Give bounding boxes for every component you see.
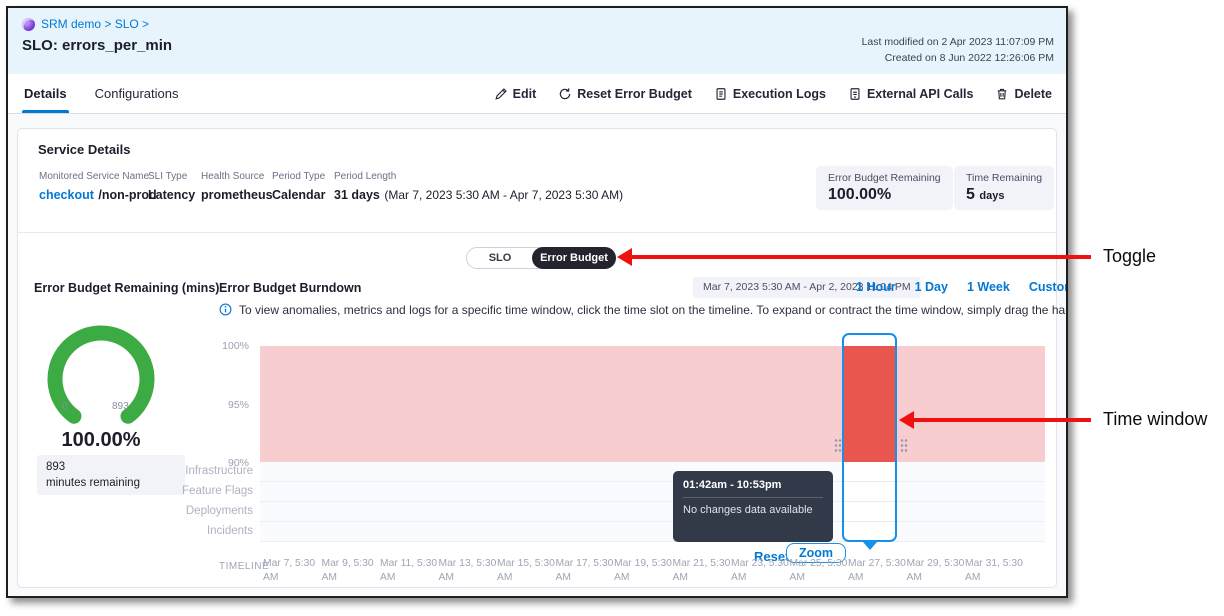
info-text: To view anomalies, metrics and logs for …	[239, 303, 1068, 317]
tooltip-time-range: 01:42am - 10:53pm	[683, 479, 823, 491]
time-window-arrow-line	[913, 418, 1091, 422]
toggle-arrow-icon	[617, 248, 632, 266]
timeline-tick[interactable]: Mar 17, 5:30AM	[556, 557, 615, 585]
monitored-service-link[interactable]: checkout	[39, 188, 94, 202]
right-drag-handle[interactable]	[900, 438, 908, 454]
y-axis-label-100: 100%	[211, 340, 249, 352]
range-1-week[interactable]: 1 Week	[967, 280, 1010, 294]
gauge-min-label: 0	[62, 401, 68, 412]
timeline-tick[interactable]: Mar 11, 5:30AM	[380, 557, 439, 585]
time-window-annotation: Time window	[1103, 409, 1207, 430]
delete-button[interactable]: Delete	[995, 87, 1052, 101]
changes-tooltip: 01:42am - 10:53pm No changes data availa…	[673, 471, 833, 542]
trash-icon	[995, 87, 1009, 101]
tooltip-message: No changes data available	[683, 504, 823, 516]
page-header: SRM demo > SLO > SLO: errors_per_min Las…	[8, 8, 1066, 74]
external-api-calls-button[interactable]: External API Calls	[848, 87, 974, 101]
error-budget-remaining-stat: Error Budget Remaining 100.00%	[816, 166, 953, 210]
error-budget-gauge	[37, 322, 165, 440]
gauge-title: Error Budget Remaining (mins)	[34, 281, 219, 295]
range-1-hour[interactable]: 1 Hour	[856, 280, 896, 294]
pencil-icon	[494, 87, 508, 101]
timeline-ticks: Mar 7, 5:30AM Mar 9, 5:30AM Mar 11, 5:30…	[263, 557, 1024, 585]
field-sli-type: SLI Type Latency	[148, 171, 195, 204]
tooltip-divider	[683, 497, 823, 498]
content-area: Service Details Monitored Service Name c…	[8, 114, 1066, 596]
service-details-title: Service Details	[38, 142, 131, 157]
time-window-arrow-icon	[899, 411, 914, 429]
y-axis-label-95: 95%	[211, 399, 249, 411]
view-toggle: SLO Error Budget	[466, 247, 616, 269]
timeline-tick[interactable]: Mar 29, 5:30AM	[907, 557, 966, 585]
edit-button[interactable]: Edit	[494, 87, 537, 101]
execution-logs-button[interactable]: Execution Logs	[714, 87, 826, 101]
tab-bar: Details Configurations Edit Reset Error …	[8, 74, 1066, 114]
toggle-arrow-line	[631, 255, 1091, 259]
toggle-annotation: Toggle	[1103, 246, 1156, 267]
page-title: SLO: errors_per_min	[22, 37, 172, 54]
burndown-title: Error Budget Burndown	[219, 281, 361, 295]
slo-card: Service Details Monitored Service Name c…	[17, 128, 1057, 588]
timeline-tick[interactable]: Mar 25, 5:30AM	[790, 557, 849, 585]
field-period-type: Period Type Calendar	[272, 171, 326, 204]
app-window: SRM demo > SLO > SLO: errors_per_min Las…	[6, 6, 1068, 598]
info-row: To view anomalies, metrics and logs for …	[219, 303, 1068, 321]
reset-icon	[558, 87, 572, 101]
info-icon	[219, 303, 232, 321]
document-icon	[714, 87, 728, 101]
harness-logo-icon	[22, 18, 35, 31]
timeline-tick[interactable]: Mar 21, 5:30AM	[673, 557, 732, 585]
time-window-highlight	[844, 346, 895, 462]
row-label-deployments: Deployments	[123, 505, 253, 517]
error-budget-band[interactable]	[260, 346, 1045, 462]
gauge-percent: 100.00%	[26, 429, 176, 452]
action-bar: Edit Reset Error Budget Execution Logs E…	[494, 74, 1052, 113]
field-period-length: Period Length 31 days (Mar 7, 2023 5:30 …	[334, 171, 623, 204]
timeline-tick[interactable]: Mar 9, 5:30AM	[322, 557, 381, 585]
toggle-option-slo[interactable]: SLO	[467, 248, 533, 268]
field-health-source: Health Source prometheus	[201, 171, 273, 204]
breadcrumb[interactable]: SRM demo > SLO >	[22, 17, 149, 31]
timeline-tick[interactable]: Mar 15, 5:30AM	[497, 557, 556, 585]
tab-details[interactable]: Details	[24, 74, 67, 113]
row-label-infrastructure: Infrastructure	[123, 465, 253, 477]
timeline-tick[interactable]: Mar 7, 5:30AM	[263, 557, 322, 585]
last-modified: Last modified on 2 Apr 2023 11:07:09 PM	[862, 34, 1054, 50]
change-rows-area	[260, 462, 1045, 542]
time-remaining-stat: Time Remaining 5 days	[954, 166, 1054, 210]
field-monitored-service: Monitored Service Name checkout /non-pro…	[39, 171, 157, 204]
timeline-tick[interactable]: Mar 13, 5:30AM	[439, 557, 498, 585]
timeline-tick[interactable]: Mar 19, 5:30AM	[614, 557, 673, 585]
row-label-incidents: Incidents	[123, 525, 253, 537]
time-window-selection[interactable]	[842, 333, 897, 542]
reset-error-budget-button[interactable]: Reset Error Budget	[558, 87, 692, 101]
timeline-tick[interactable]: Mar 31, 5:30AM	[965, 557, 1024, 585]
range-1-day[interactable]: 1 Day	[915, 280, 948, 294]
range-custom[interactable]: Custom	[1029, 280, 1068, 294]
timestamps: Last modified on 2 Apr 2023 11:07:09 PM …	[862, 34, 1054, 67]
time-range-links: 1 Hour 1 Day 1 Week Custom	[856, 280, 1068, 294]
left-drag-handle[interactable]	[834, 438, 842, 454]
gauge-max-label: 893	[112, 401, 129, 412]
tab-configurations[interactable]: Configurations	[95, 74, 179, 113]
timeline-label: TIMELINE	[219, 561, 269, 572]
timeline-tick[interactable]: Mar 23, 5:30AM	[731, 557, 790, 585]
breadcrumb-text[interactable]: SRM demo > SLO >	[41, 17, 149, 31]
timeline-tick[interactable]: Mar 27, 5:30AM	[848, 557, 907, 585]
toggle-option-error-budget[interactable]: Error Budget	[532, 247, 616, 269]
time-window-pointer-icon	[863, 542, 877, 550]
row-label-feature-flags: Feature Flags	[123, 485, 253, 497]
created-on: Created on 8 Jun 2022 12:26:06 PM	[862, 50, 1054, 66]
document-arrow-icon	[848, 87, 862, 101]
service-details-section: Service Details Monitored Service Name c…	[18, 129, 1056, 233]
